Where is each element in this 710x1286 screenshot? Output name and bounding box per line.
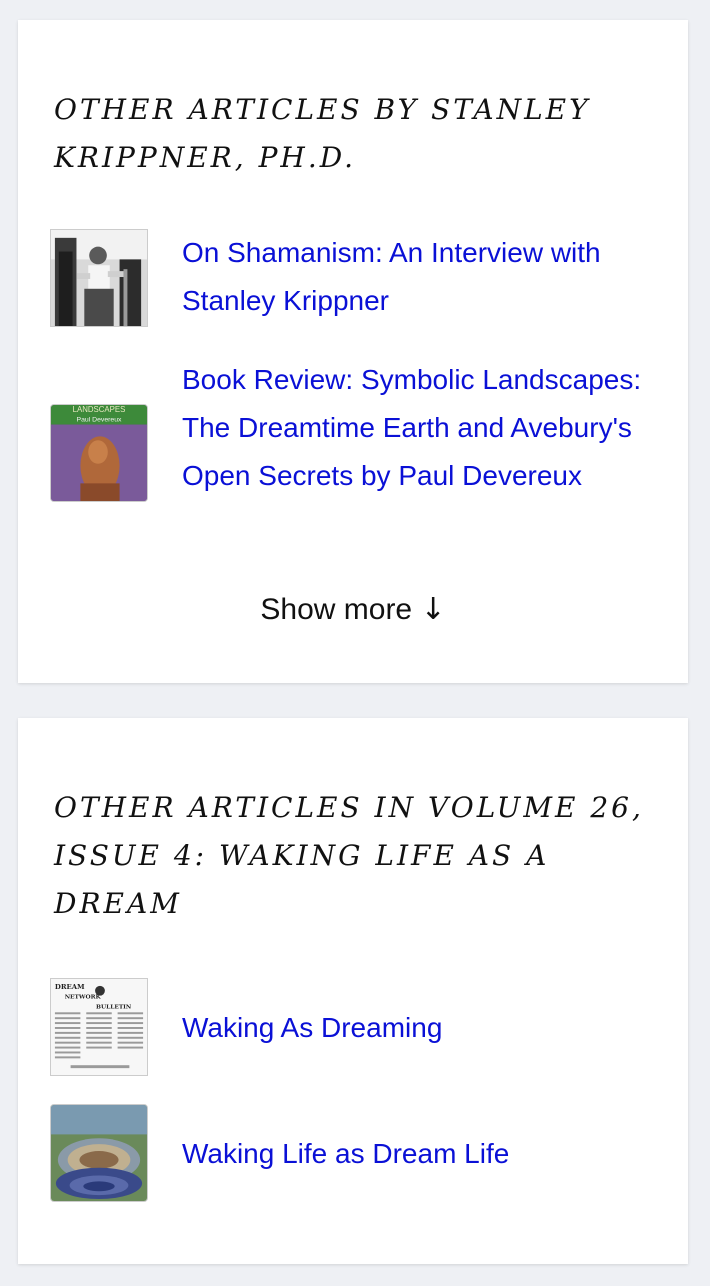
article-thumbnail[interactable]: LANDSCAPES Paul Devereux: [50, 404, 148, 502]
newsletter-masthead-3: BULLETIN: [96, 1003, 132, 1010]
author-articles-card: OTHER ARTICLES BY STANLEY KRIPPNER, PH.D…: [18, 20, 688, 683]
article-link-waking-as-dreaming[interactable]: Waking As Dreaming: [182, 1004, 662, 1052]
shaman-photo-image: [51, 230, 147, 326]
book-cover-author: Paul Devereux: [77, 417, 122, 424]
article-thumbnail[interactable]: DREAM NETWORK BULLETIN: [50, 978, 148, 1076]
list-item: DREAM NETWORK BULLETIN Waking As Dreamin…: [50, 978, 660, 1078]
list-item: Waking Life as Dream Life: [50, 1104, 660, 1204]
issue-articles-card: OTHER ARTICLES IN VOLUME 26, ISSUE 4: WA…: [18, 718, 688, 1264]
list-item: LANDSCAPES Paul Devereux Book Review: Sy…: [50, 356, 660, 548]
article-link-on-shamanism[interactable]: On Shamanism: An Interview with Stanley …: [182, 229, 662, 325]
article-thumbnail[interactable]: [50, 229, 148, 327]
article-link-symbolic-landscapes[interactable]: Book Review: Symbolic Landscapes: The Dr…: [182, 356, 662, 500]
show-more-button[interactable]: Show more ↓: [18, 592, 688, 627]
newsletter-scan-image: DREAM NETWORK BULLETIN: [51, 979, 147, 1075]
newsletter-masthead-2: NETWORK: [65, 994, 102, 1001]
show-more-label: Show more: [260, 593, 413, 626]
article-link-waking-life-as-dream-life[interactable]: Waking Life as Dream Life: [182, 1130, 662, 1178]
arrow-down-icon: ↓: [420, 592, 446, 627]
newsletter-masthead-1: DREAM: [55, 983, 85, 991]
issue-articles-heading: OTHER ARTICLES IN VOLUME 26, ISSUE 4: WA…: [54, 791, 644, 920]
book-cover-title: LANDSCAPES: [73, 405, 126, 414]
list-item: On Shamanism: An Interview with Stanley …: [50, 229, 660, 329]
author-articles-heading: OTHER ARTICLES BY STANLEY KRIPPNER, PH.D…: [54, 93, 591, 174]
dream-painting-image: [51, 1105, 147, 1201]
article-thumbnail[interactable]: [50, 1104, 148, 1202]
book-cover-image: LANDSCAPES Paul Devereux: [51, 405, 147, 501]
